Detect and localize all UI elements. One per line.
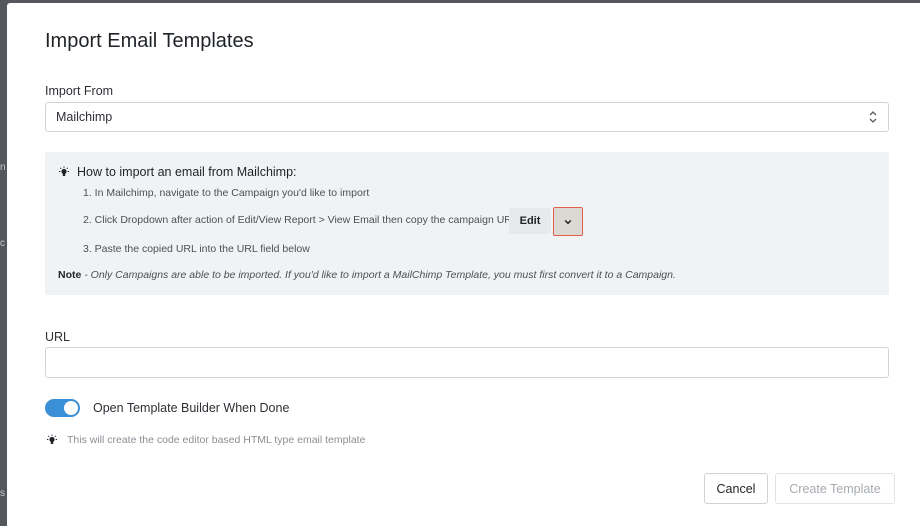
note-text: - Only Campaigns are able to be imported… [81,269,676,281]
toggle-knob [64,401,78,415]
url-input[interactable] [45,347,889,378]
hint-text: This will create the code editor based H… [67,434,366,446]
lightbulb-icon [59,166,69,176]
background-fragment: n [0,162,6,173]
instruction-step: 1. In Mailchimp, navigate to the Campaig… [83,187,370,199]
import-note: Note - Only Campaigns are able to be imp… [58,269,676,281]
modal-title: Import Email Templates [45,30,254,52]
chevron-up-down-icon [869,111,877,123]
import-from-value: Mailchimp [56,110,113,124]
instruction-step: 3. Paste the copied URL into the URL fie… [83,243,310,255]
import-from-label: Import From [45,84,114,98]
example-dropdown-button [553,207,583,236]
lightbulb-icon [47,434,57,444]
url-label: URL [45,330,71,344]
open-template-builder-label: Open Template Builder When Done [93,401,290,415]
import-email-templates-modal: Import Email Templates Import From Mailc… [7,3,920,526]
cancel-button[interactable]: Cancel [704,473,768,504]
instructions-heading: How to import an email from Mailchimp: [58,165,297,179]
background-fragment: c [0,238,5,249]
instruction-step: 2. Click Dropdown after action of Edit/V… [83,214,518,226]
html-type-hint: This will create the code editor based H… [46,434,365,446]
background-fragment: s [0,488,5,499]
instructions-title: How to import an email from Mailchimp: [77,165,297,179]
import-from-select[interactable]: Mailchimp [45,102,889,132]
create-template-button[interactable]: Create Template [775,473,895,504]
example-edit-button: Edit [509,208,551,234]
chevron-down-icon [564,219,572,224]
open-template-builder-toggle[interactable] [45,399,80,417]
note-label: Note [58,269,82,281]
import-instructions-panel: How to import an email from Mailchimp: 1… [45,152,889,295]
